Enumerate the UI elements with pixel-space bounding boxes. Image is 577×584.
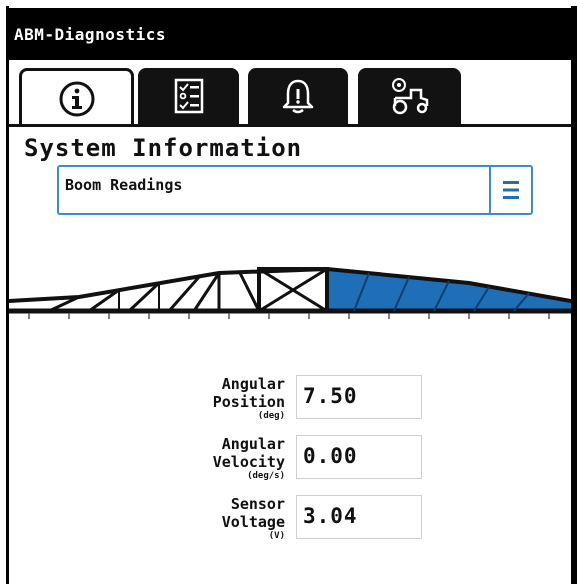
tab-machine-settings[interactable] xyxy=(358,68,461,124)
angular-velocity-value: 0.00 xyxy=(303,444,358,468)
sensor-voltage-label: Sensor Voltage (V) xyxy=(145,495,285,542)
app-frame: ABM-Diagnostics System Information Boom … xyxy=(0,0,577,584)
tab-alerts[interactable] xyxy=(248,68,348,124)
frame-border-right xyxy=(571,6,577,584)
tab-divider xyxy=(9,124,571,127)
tab-strip xyxy=(9,60,571,127)
tab-info[interactable] xyxy=(19,68,134,127)
menu-icon xyxy=(503,181,519,199)
selector-menu-button[interactable] xyxy=(489,167,531,213)
sensor-voltage-value-box: 3.04 xyxy=(296,495,422,539)
angular-position-value: 7.50 xyxy=(303,384,358,408)
angular-velocity-label-line2: Velocity xyxy=(212,453,285,471)
boom-diagram xyxy=(8,255,572,325)
angular-position-label: Angular Position (deg) xyxy=(145,375,285,422)
angular-velocity-unit: (deg/s) xyxy=(247,471,285,481)
checklist-icon xyxy=(174,78,203,114)
angular-position-unit: (deg) xyxy=(257,411,285,421)
tractor-settings-icon xyxy=(391,78,428,115)
angular-position-label-line1: Angular xyxy=(221,375,285,393)
angular-position-label-line2: Position xyxy=(212,393,285,411)
sensor-voltage-value: 3.04 xyxy=(303,504,358,528)
angular-velocity-label: Angular Velocity (deg/s) xyxy=(145,435,285,482)
info-icon xyxy=(59,81,94,117)
sensor-voltage-label-line2: Voltage xyxy=(221,513,285,531)
page-title: System Information xyxy=(24,134,303,162)
angular-velocity-label-line1: Angular xyxy=(221,435,285,453)
readings-selector[interactable]: Boom Readings xyxy=(57,165,533,215)
readings-selector-value: Boom Readings xyxy=(65,176,183,194)
tab-checklist[interactable] xyxy=(138,68,239,124)
sensor-voltage-label-line1: Sensor xyxy=(230,495,285,513)
window-title: ABM-Diagnostics xyxy=(14,25,166,44)
title-bar: ABM-Diagnostics xyxy=(6,8,577,60)
sensor-voltage-unit: (V) xyxy=(268,531,285,541)
angular-position-value-box: 7.50 xyxy=(296,375,422,419)
angular-velocity-value-box: 0.00 xyxy=(296,435,422,479)
bell-icon xyxy=(282,79,314,114)
